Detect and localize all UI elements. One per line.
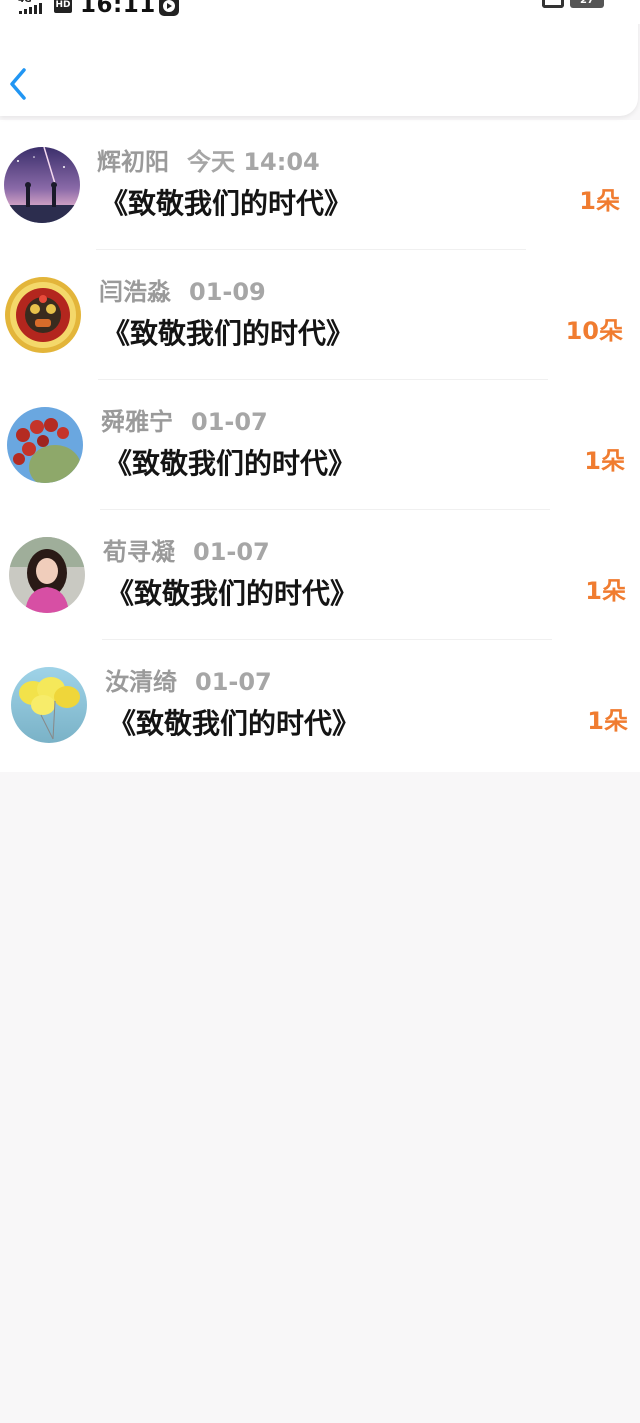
work-title: 《致敬我们的时代》 [108, 707, 361, 740]
avatar [7, 407, 83, 483]
status-time: 16:11 [80, 0, 156, 18]
send-date: 01-07 [193, 538, 270, 566]
flower-count: 1朵 [579, 187, 620, 215]
battery-icon: 27 [570, 0, 604, 8]
chevron-left-icon [10, 68, 26, 100]
work-title: 《致敬我们的时代》 [102, 317, 355, 350]
avatar [4, 147, 80, 223]
send-date: 今天 14:04 [187, 148, 320, 176]
headset-icon [542, 0, 564, 8]
network-type: 4G [18, 0, 32, 5]
list-item[interactable]: 闫浩淼 01-09 《致敬我们的时代》 10朵 [0, 250, 640, 380]
list-item[interactable]: 辉初阳 今天 14:04 《致敬我们的时代》 1朵 [0, 120, 640, 250]
work-title: 《致敬我们的时代》 [106, 577, 359, 610]
send-date: 01-09 [189, 278, 266, 306]
send-date: 01-07 [195, 668, 272, 696]
sender-name: 闫浩淼 [99, 278, 171, 306]
screen-record-icon [159, 0, 179, 16]
sender-name: 荀寻凝 [103, 538, 175, 566]
work-title: 《致敬我们的时代》 [104, 447, 357, 480]
list-item[interactable]: 汝清绮 01-07 《致敬我们的时代》 1朵 [0, 640, 640, 770]
sender-name: 辉初阳 [97, 148, 169, 176]
avatar [5, 277, 81, 353]
hd-badge: HD [54, 0, 72, 13]
flower-count: 1朵 [584, 447, 625, 475]
send-date: 01-07 [191, 408, 268, 436]
list-item[interactable]: 荀寻凝 01-07 《致敬我们的时代》 1朵 [0, 510, 640, 640]
battery-level: 27 [580, 0, 594, 6]
cellular-signal-icon: 4G [18, 0, 48, 16]
sender-name: 舜雅宁 [101, 408, 173, 436]
flower-count: 10朵 [565, 317, 623, 345]
sender-name: 汝清绮 [105, 668, 177, 696]
flower-count: 1朵 [587, 707, 628, 735]
work-title: 《致敬我们的时代》 [100, 187, 353, 220]
avatar [9, 537, 85, 613]
back-button[interactable] [4, 62, 32, 106]
flower-count: 1朵 [585, 577, 626, 605]
record-list: 辉初阳 今天 14:04 《致敬我们的时代》 1朵 闫浩淼 01-09 《致敬我… [0, 120, 640, 772]
list-item[interactable]: 舜雅宁 01-07 《致敬我们的时代》 1朵 [0, 380, 640, 510]
page: 4G HD 16:11 27 辉初阳 今天 14:04 《致敬我们的时代》 1朵… [0, 0, 640, 1423]
avatar [11, 667, 87, 743]
status-bar: 4G HD 16:11 27 [0, 0, 640, 24]
